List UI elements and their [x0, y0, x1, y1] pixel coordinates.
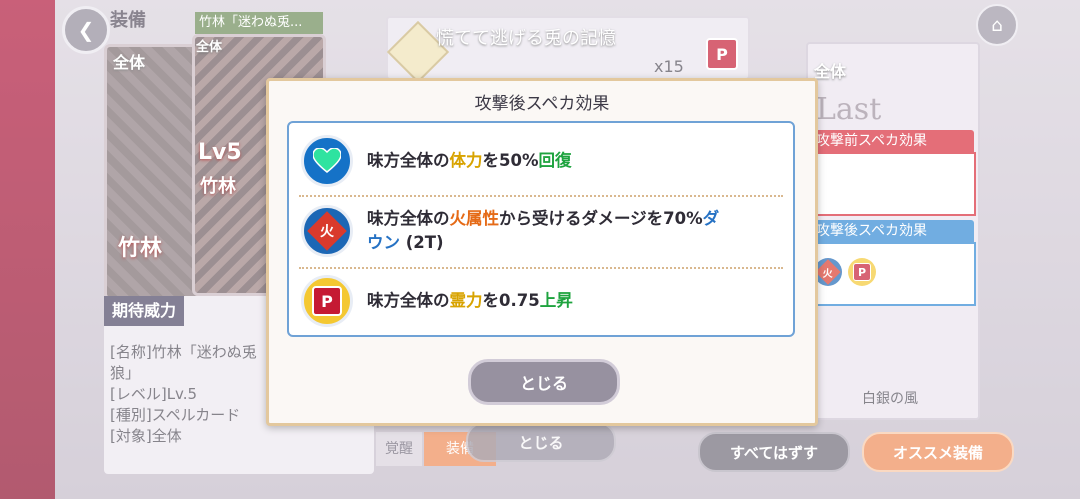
dialog-title: 攻撃後スペカ効果 [474, 94, 610, 114]
p-power-icon: P [301, 275, 353, 327]
effect-item-fire-resist: 火 味方全体の火属性から受けるダメージを70%ダ ウン (2T) [301, 205, 783, 257]
effect-list: 味方全体の体力を50%回復 火 味方全体の火属性から受けるダメージを70%ダ ウン… [287, 121, 795, 337]
divider [299, 267, 783, 269]
divider [299, 195, 783, 197]
effect-dialog: 攻撃後スペカ効果 味方全体の体力を50%回復 火 味方全体の火属性から受けるダメ… [266, 78, 818, 426]
effect-item-heal: 味方全体の体力を50%回復 [301, 135, 783, 187]
effect-item-power-up: P 味方全体の霊力を0.75上昇 [301, 275, 783, 327]
heart-heal-icon [301, 135, 353, 187]
fire-element-icon: 火 [301, 205, 353, 257]
close-button[interactable]: とじる [468, 359, 620, 405]
